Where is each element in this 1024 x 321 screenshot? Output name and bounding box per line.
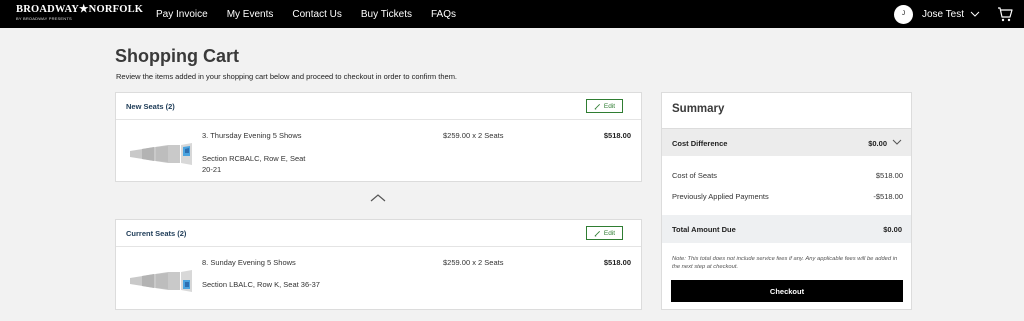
new-seat-section-line1: Section RCBALC, Row E, Seat	[202, 154, 306, 163]
cart-icon[interactable]	[997, 6, 1013, 22]
total-due-value: $0.00	[883, 225, 902, 234]
total-due-label: Total Amount Due	[672, 225, 736, 234]
new-seat-section-line2: 20-21	[202, 165, 222, 174]
cost-of-seats-row: Cost of Seats $518.00	[672, 171, 903, 180]
current-seats-card: Current Seats (2) Edit 8. Sunday Evening…	[115, 219, 642, 310]
pencil-icon	[594, 103, 600, 110]
summary-title: Summary	[672, 103, 725, 115]
logo-text: BROADWAY★NORFOLK	[16, 4, 144, 15]
current-seat-event-name: 8. Sunday Evening 5 Shows	[202, 258, 296, 267]
new-seat-section: Section RCBALC, Row E, Seat 20-21	[202, 153, 322, 175]
nav-link-faqs[interactable]: FAQs	[431, 9, 456, 20]
logo[interactable]: BROADWAY★NORFOLK BY BROADWAY PRESENTS	[16, 4, 144, 24]
cost-difference-label: Cost Difference	[672, 139, 728, 148]
new-seats-header: New Seats (2) Edit	[116, 93, 641, 120]
edit-new-seats-button[interactable]: Edit	[586, 99, 623, 113]
current-seats-heading: Current Seats (2)	[126, 229, 187, 238]
top-navbar: BROADWAY★NORFOLK BY BROADWAY PRESENTS Pa…	[0, 0, 1024, 28]
page-title: Shopping Cart	[115, 46, 239, 66]
summary-card: Summary Cost Difference $0.00 Cost of Se…	[661, 92, 912, 310]
previous-payments-value: -$518.00	[873, 192, 903, 201]
pencil-icon	[594, 230, 600, 237]
chevron-down-icon	[970, 11, 980, 17]
cost-of-seats-label: Cost of Seats	[672, 171, 718, 180]
edit-label: Edit	[603, 102, 616, 110]
nav-link-my-events[interactable]: My Events	[227, 9, 274, 20]
nav-links: Pay Invoice My Events Contact Us Buy Tic…	[156, 0, 475, 28]
nav-link-contact-us[interactable]: Contact Us	[292, 9, 341, 20]
chevron-up-icon[interactable]	[370, 193, 386, 203]
cost-of-seats-value: $518.00	[875, 171, 903, 180]
seat-map-icon	[130, 270, 192, 292]
current-seat-section: Section LBALC, Row K, Seat 36-37	[202, 279, 362, 290]
nav-link-pay-invoice[interactable]: Pay Invoice	[156, 9, 208, 20]
nav-link-buy-tickets[interactable]: Buy Tickets	[361, 9, 412, 20]
previous-payments-label: Previously Applied Payments	[672, 192, 769, 201]
avatar: J	[893, 4, 913, 24]
fees-note: Note: This total does not include servic…	[672, 256, 898, 270]
chevron-down-icon	[892, 139, 902, 145]
page-subtitle: Review the items added in your shopping …	[116, 72, 458, 81]
cost-difference-value: $0.00	[868, 139, 887, 148]
current-seat-total: $518.00	[603, 258, 631, 267]
new-seat-event-name: 3. Thursday Evening 5 Shows	[202, 131, 302, 140]
total-amount-due-row: Total Amount Due $0.00	[662, 215, 911, 243]
logo-subtext: BY BROADWAY PRESENTS	[16, 16, 72, 21]
new-seat-total: $518.00	[603, 131, 631, 140]
previous-payments-row: Previously Applied Payments -$518.00	[672, 192, 903, 201]
new-seats-card: New Seats (2) Edit 3. Thursday Evening 5…	[115, 92, 642, 182]
edit-current-seats-button[interactable]: Edit	[586, 226, 623, 240]
checkout-button[interactable]: Checkout	[671, 280, 903, 302]
new-seat-price: $259.00 x 2 Seats	[443, 131, 504, 140]
seat-map-icon	[130, 143, 192, 165]
new-seats-heading: New Seats (2)	[126, 102, 175, 111]
current-seats-header: Current Seats (2) Edit	[116, 220, 641, 247]
edit-label: Edit	[603, 229, 616, 237]
current-seat-section-line1: Section LBALC, Row K, Seat 36-37	[202, 280, 320, 289]
current-seat-price: $259.00 x 2 Seats	[443, 258, 504, 267]
cost-difference-row[interactable]: Cost Difference $0.00	[662, 128, 911, 156]
user-menu[interactable]: J Jose Test	[893, 3, 980, 25]
user-name: Jose Test	[921, 8, 964, 20]
